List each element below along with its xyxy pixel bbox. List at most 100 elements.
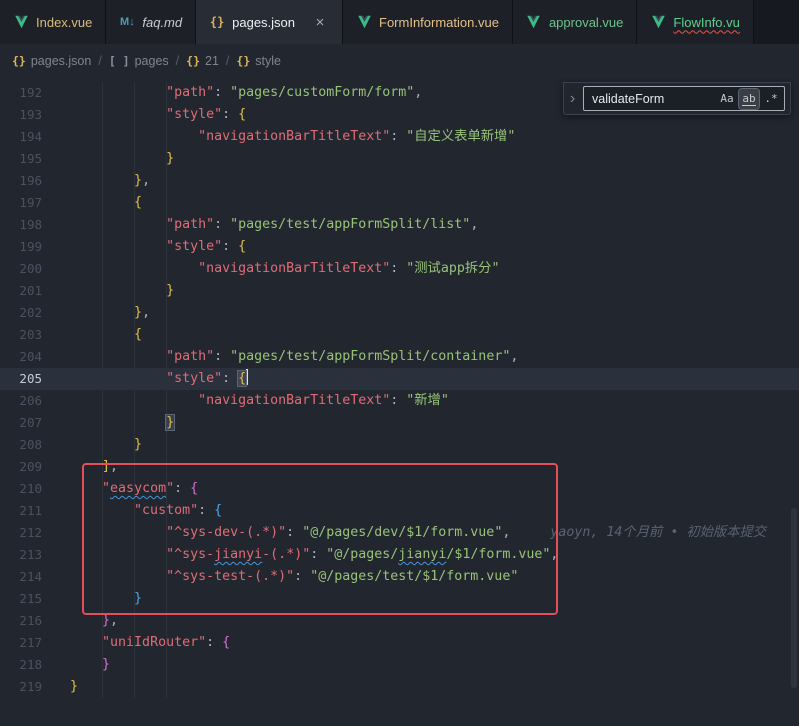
code-line-206[interactable]: 206 "navigationBarTitleText": "新增" [0, 390, 799, 412]
token-pun: : [310, 547, 326, 562]
token-key: " [102, 481, 110, 496]
token-key: "uniIdRouter" [102, 635, 206, 650]
tab-faq.md[interactable]: M↓faq.md [106, 0, 196, 44]
breadcrumb-separator: / [98, 54, 101, 68]
code-text: } [56, 676, 78, 698]
whole-word-button[interactable]: ab [739, 89, 759, 109]
code-text: "uniIdRouter": { [56, 632, 230, 654]
code-line-217[interactable]: 217 "uniIdRouter": { [0, 632, 799, 654]
line-number: 205 [0, 368, 56, 390]
match-case-button[interactable]: Aa [717, 89, 737, 109]
token-str: "@/pages/dev/$1/form.vue" [302, 525, 502, 540]
code-line-212[interactable]: 212 "^sys-dev-(.*)": "@/pages/dev/$1/for… [0, 522, 799, 544]
token-orchid: { [190, 481, 198, 496]
token-str: "pages/test/appFormSplit/container" [230, 349, 510, 364]
breadcrumb-item-21[interactable]: {}21 [186, 54, 219, 68]
regex-button[interactable]: .* [761, 89, 781, 109]
token-ws [70, 371, 166, 386]
token-key: " [166, 481, 174, 496]
code-line-216[interactable]: 216 }, [0, 610, 799, 632]
code-line-205[interactable]: 205 "style": { [0, 368, 799, 390]
code-text: }, [56, 610, 118, 632]
code-line-219[interactable]: 219} [0, 676, 799, 698]
breadcrumb-separator: / [226, 54, 229, 68]
line-number: 218 [0, 654, 56, 676]
symbol-object-icon: {} [236, 54, 250, 68]
code-line-215[interactable]: 215 } [0, 588, 799, 610]
line-number: 208 [0, 434, 56, 456]
line-number: 197 [0, 192, 56, 214]
token-str: /$1/form.vue" [446, 547, 550, 562]
code-line-218[interactable]: 218 } [0, 654, 799, 676]
code-text: ], [56, 456, 118, 478]
close-tab-icon[interactable]: × [311, 13, 329, 31]
token-str: "新增" [406, 393, 449, 408]
code-line-194[interactable]: 194 "navigationBarTitleText": "自定义表单新增" [0, 126, 799, 148]
code-line-203[interactable]: 203 { [0, 324, 799, 346]
code-line-211[interactable]: 211 "custom": { [0, 500, 799, 522]
code-line-209[interactable]: 209 ], [0, 456, 799, 478]
line-number: 193 [0, 104, 56, 126]
breadcrumb-item-pages.json[interactable]: {}pages.json [12, 54, 91, 68]
code-text: "path": "pages/test/appFormSplit/list", [56, 214, 478, 236]
line-number: 214 [0, 566, 56, 588]
vue-file-icon [13, 14, 29, 30]
code-line-208[interactable]: 208 } [0, 434, 799, 456]
code-text: "navigationBarTitleText": "自定义表单新增" [56, 126, 515, 148]
symbol-object-icon: {} [12, 54, 26, 68]
token-pun: : [222, 107, 238, 122]
code-line-198[interactable]: 198 "path": "pages/test/appFormSplit/lis… [0, 214, 799, 236]
line-number: 195 [0, 148, 56, 170]
token-ws [70, 107, 166, 122]
code-line-195[interactable]: 195 } [0, 148, 799, 170]
find-query-text[interactable]: validateForm [592, 92, 715, 106]
code-line-207[interactable]: 207 } [0, 412, 799, 434]
code-editor[interactable]: 192 "path": "pages/customForm/form",193 … [0, 78, 799, 726]
line-number: 217 [0, 632, 56, 654]
tab-FormInformation.vue[interactable]: FormInformation.vue [343, 0, 513, 44]
code-line-204[interactable]: 204 "path": "pages/test/appFormSplit/con… [0, 346, 799, 368]
line-number: 212 [0, 522, 56, 544]
line-number: 209 [0, 456, 56, 478]
code-line-202[interactable]: 202 }, [0, 302, 799, 324]
code-text: "style": { [56, 104, 246, 126]
find-input[interactable]: validateForm Aaab.* [583, 86, 785, 111]
tab-pages.json[interactable]: {}pages.json× [196, 0, 343, 44]
scrollbar-thumb[interactable] [791, 508, 797, 688]
code-line-196[interactable]: 196 }, [0, 170, 799, 192]
token-ws [70, 437, 134, 452]
token-ws [70, 305, 134, 320]
breadcrumb-item-style[interactable]: {}style [236, 54, 281, 68]
line-number: 211 [0, 500, 56, 522]
tab-approval.vue[interactable]: approval.vue [513, 0, 637, 44]
breadcrumb-item-pages[interactable]: [ ]pages [109, 54, 169, 68]
code-line-200[interactable]: 200 "navigationBarTitleText": "测试app拆分" [0, 258, 799, 280]
tab-FlowInfo.vu[interactable]: FlowInfo.vu [637, 0, 753, 44]
token-pun: : [198, 503, 214, 518]
code-line-213[interactable]: 213 "^sys-jianyi-(.*)": "@/pages/jianyi/… [0, 544, 799, 566]
code-line-201[interactable]: 201 } [0, 280, 799, 302]
tab-Index.vue[interactable]: Index.vue [0, 0, 106, 44]
token-ws [70, 195, 134, 210]
token-key: "path" [166, 85, 214, 100]
code-text: "custom": { [56, 500, 222, 522]
line-number: 202 [0, 302, 56, 324]
vertical-scrollbar[interactable] [789, 78, 799, 726]
code-line-214[interactable]: 214 "^sys-test-(.*)": "@/pages/test/$1/f… [0, 566, 799, 588]
code-line-199[interactable]: 199 "style": { [0, 236, 799, 258]
code-text: } [56, 412, 174, 434]
token-ws [70, 525, 166, 540]
code-text: { [56, 324, 142, 346]
token-ws [70, 85, 166, 100]
code-line-210[interactable]: 210 "easycom": { [0, 478, 799, 500]
code-text: "path": "pages/test/appFormSplit/contain… [56, 346, 518, 368]
token-pun: : [214, 217, 230, 232]
breadcrumb-label: 21 [205, 54, 219, 68]
token-pun: , [110, 459, 118, 474]
vue-file-icon [650, 14, 666, 30]
token-blame: yaoyn, 14个月前 • 初始版本提交 [510, 525, 766, 540]
code-line-197[interactable]: 197 { [0, 192, 799, 214]
line-number: 216 [0, 610, 56, 632]
toggle-replace-chevron-icon[interactable]: › [566, 91, 579, 107]
code-text: "^sys-jianyi-(.*)": "@/pages/jianyi/$1/f… [56, 544, 558, 566]
